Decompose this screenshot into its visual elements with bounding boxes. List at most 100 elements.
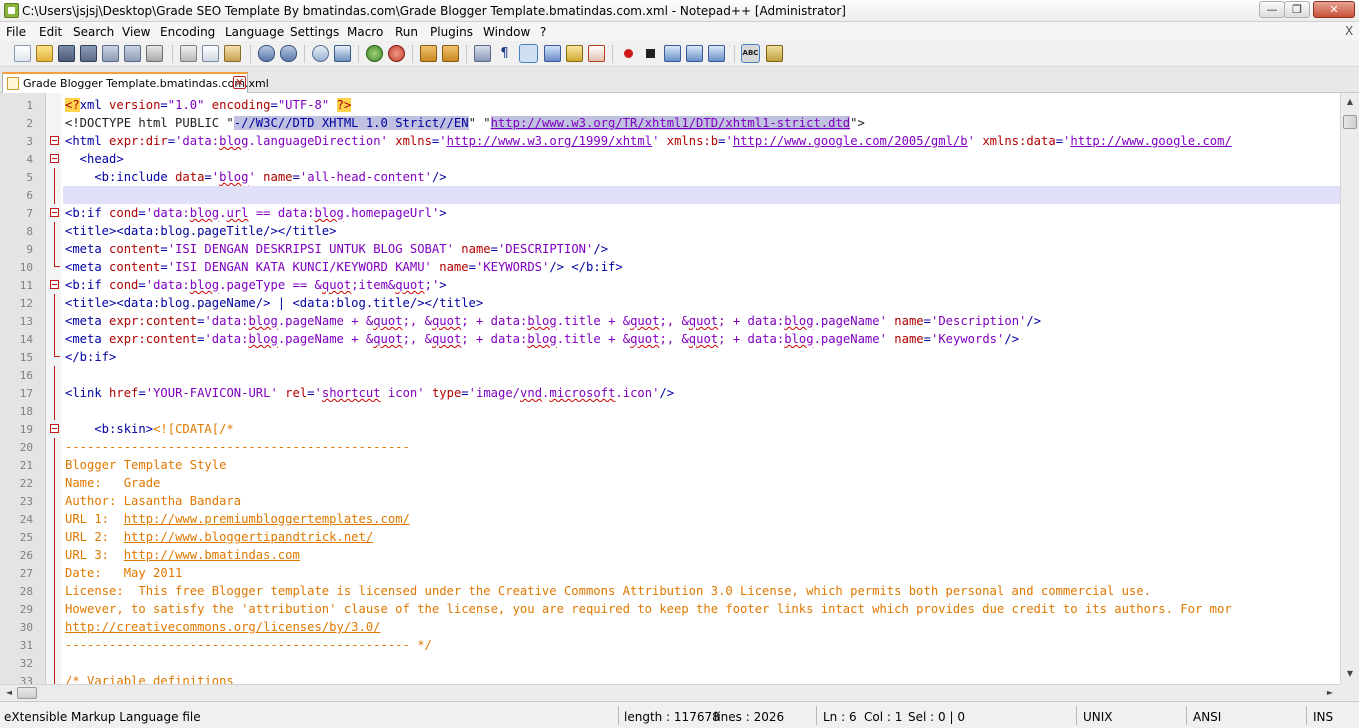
code-text[interactable]: License: This free Blogger template is l… <box>63 582 1340 600</box>
paste-icon[interactable] <box>224 45 241 62</box>
zoom-out-icon[interactable] <box>388 45 405 62</box>
tab-grade-blogger-template[interactable]: Grade Blogger Template.bmatindas.com.xml… <box>2 72 269 93</box>
user-language-icon[interactable] <box>544 45 561 62</box>
fold-toggle-icon[interactable] <box>50 136 59 145</box>
code-text[interactable]: <b:include data='blog' name='all-head-co… <box>63 168 1340 186</box>
notepad-plus-plus-icon[interactable] <box>4 3 19 18</box>
function-list-icon[interactable] <box>588 45 605 62</box>
code-text[interactable]: <b:if cond='data:blog.url == data:blog.h… <box>63 204 1340 222</box>
menu-macro[interactable]: Macro <box>347 25 383 39</box>
sync-horizontal-icon[interactable] <box>442 45 459 62</box>
menu-window[interactable]: Window <box>483 25 530 39</box>
code-text[interactable]: ----------------------------------------… <box>63 438 1340 456</box>
code-text[interactable]: <b:skin><![CDATA[/* <box>63 420 1340 438</box>
horizontal-scrollbar[interactable]: ◄ ► <box>0 684 1340 701</box>
doc-map-icon[interactable] <box>566 45 583 62</box>
menu-file[interactable]: File <box>6 25 26 39</box>
scroll-up-icon[interactable]: ▲ <box>1342 94 1358 110</box>
editor-area[interactable]: 1 <?xml version="1.0" encoding="UTF-8" ?… <box>0 93 1359 684</box>
stop-macro-icon[interactable] <box>642 45 659 62</box>
code-text[interactable]: <title><data:blog.pageName/> | <data:blo… <box>63 294 1340 312</box>
code-text[interactable]: <!DOCTYPE html PUBLIC "-//W3C//DTD XHTML… <box>63 114 1340 132</box>
code-text[interactable]: <title><data:blog.pageTitle/></title> <box>63 222 1340 240</box>
code-text[interactable]: Name: Grade <box>63 474 1340 492</box>
word-wrap-icon[interactable] <box>474 45 491 62</box>
code-text[interactable]: Date: May 2011 <box>63 564 1340 582</box>
code-text[interactable] <box>63 402 1340 420</box>
menu-help[interactable]: ? <box>540 25 546 39</box>
scroll-right-icon[interactable]: ► <box>1323 686 1337 700</box>
minimize-button[interactable]: — <box>1259 1 1285 18</box>
sync-vertical-icon[interactable] <box>420 45 437 62</box>
replace-icon[interactable] <box>334 45 351 62</box>
code-text[interactable]: URL 1: http://www.premiumbloggertemplate… <box>63 510 1340 528</box>
play-multiple-icon[interactable] <box>686 45 703 62</box>
play-macro-icon[interactable] <box>664 45 681 62</box>
find-icon[interactable] <box>312 45 329 62</box>
close-document-button[interactable]: X <box>1345 24 1353 38</box>
code-text[interactable]: <meta content='ISI DENGAN KATA KUNCI/KEY… <box>63 258 1340 276</box>
status-encoding[interactable]: ANSI <box>1193 710 1221 724</box>
record-macro-icon[interactable] <box>620 45 637 62</box>
fold-toggle-icon[interactable] <box>50 280 59 289</box>
tab-close-icon[interactable]: ✕ <box>233 76 246 89</box>
menu-edit[interactable]: Edit <box>39 25 62 39</box>
code-text[interactable] <box>63 366 1340 384</box>
save-macro-icon[interactable] <box>708 45 725 62</box>
spell-settings-icon[interactable] <box>766 45 783 62</box>
code-text[interactable]: Blogger Template Style <box>63 456 1340 474</box>
code-text[interactable]: <meta expr:content='data:blog.pageName +… <box>63 312 1340 330</box>
menu-search[interactable]: Search <box>73 25 114 39</box>
fold-toggle-icon[interactable] <box>50 208 59 217</box>
scroll-down-icon[interactable]: ▼ <box>1342 666 1358 682</box>
code-text[interactable]: <html expr:dir='data:blog.languageDirect… <box>63 132 1340 150</box>
fold-toggle-icon[interactable] <box>50 154 59 163</box>
code-text[interactable]: However, to satisfy the 'attribution' cl… <box>63 600 1340 618</box>
zoom-in-icon[interactable] <box>366 45 383 62</box>
spell-check-icon[interactable]: ABC <box>741 44 760 63</box>
save-icon[interactable] <box>58 45 75 62</box>
code-text[interactable] <box>63 654 1340 672</box>
code-text[interactable]: <meta content='ISI DENGAN DESKRIPSI UNTU… <box>63 240 1340 258</box>
horizontal-scroll-thumb[interactable] <box>17 687 37 699</box>
code-text[interactable]: /* Variable definitions <box>63 672 1340 684</box>
menu-encoding[interactable]: Encoding <box>160 25 215 39</box>
undo-icon[interactable] <box>258 45 275 62</box>
code-text[interactable]: URL 3: http://www.bmatindas.com <box>63 546 1340 564</box>
code-text[interactable]: <head> <box>63 150 1340 168</box>
code-text[interactable]: http://creativecommons.org/licenses/by/3… <box>63 618 1340 636</box>
code-text[interactable]: </b:if> <box>63 348 1340 366</box>
menu-view[interactable]: View <box>122 25 150 39</box>
close-window-button[interactable]: ✕ <box>1313 1 1355 18</box>
code-text[interactable]: <meta expr:content='data:blog.pageName +… <box>63 330 1340 348</box>
show-all-chars-icon[interactable]: ¶ <box>496 45 513 62</box>
cut-icon[interactable] <box>180 45 197 62</box>
fold-toggle-icon[interactable] <box>50 424 59 433</box>
status-insert-mode[interactable]: INS <box>1313 710 1333 724</box>
open-file-icon[interactable] <box>36 45 53 62</box>
status-eol-format[interactable]: UNIX <box>1083 710 1113 724</box>
vertical-scroll-thumb[interactable] <box>1343 115 1357 129</box>
menu-language[interactable]: Language <box>225 25 284 39</box>
close-icon[interactable] <box>102 45 119 62</box>
new-file-icon[interactable] <box>14 45 31 62</box>
code-text[interactable] <box>63 186 1340 204</box>
code-text[interactable]: Author: Lasantha Bandara <box>63 492 1340 510</box>
code-text[interactable]: <b:if cond='data:blog.pageType == &quot;… <box>63 276 1340 294</box>
close-all-icon[interactable] <box>124 45 141 62</box>
menu-plugins[interactable]: Plugins <box>430 25 473 39</box>
code-text[interactable]: <link href='YOUR-FAVICON-URL' rel='short… <box>63 384 1340 402</box>
code-text[interactable]: ----------------------------------------… <box>63 636 1340 654</box>
vertical-scrollbar[interactable]: ▲ ▼ <box>1340 93 1359 684</box>
redo-icon[interactable] <box>280 45 297 62</box>
scroll-left-icon[interactable]: ◄ <box>2 686 16 700</box>
save-all-icon[interactable] <box>80 45 97 62</box>
menu-run[interactable]: Run <box>395 25 418 39</box>
copy-icon[interactable] <box>202 45 219 62</box>
print-icon[interactable] <box>146 45 163 62</box>
maximize-button[interactable]: ❐ <box>1284 1 1310 18</box>
code-text[interactable]: URL 2: http://www.bloggertipandtrick.net… <box>63 528 1340 546</box>
menu-settings[interactable]: Settings <box>290 25 339 39</box>
indent-guide-icon[interactable] <box>519 44 538 63</box>
code-text[interactable]: <?xml version="1.0" encoding="UTF-8" ?> <box>63 96 1340 114</box>
